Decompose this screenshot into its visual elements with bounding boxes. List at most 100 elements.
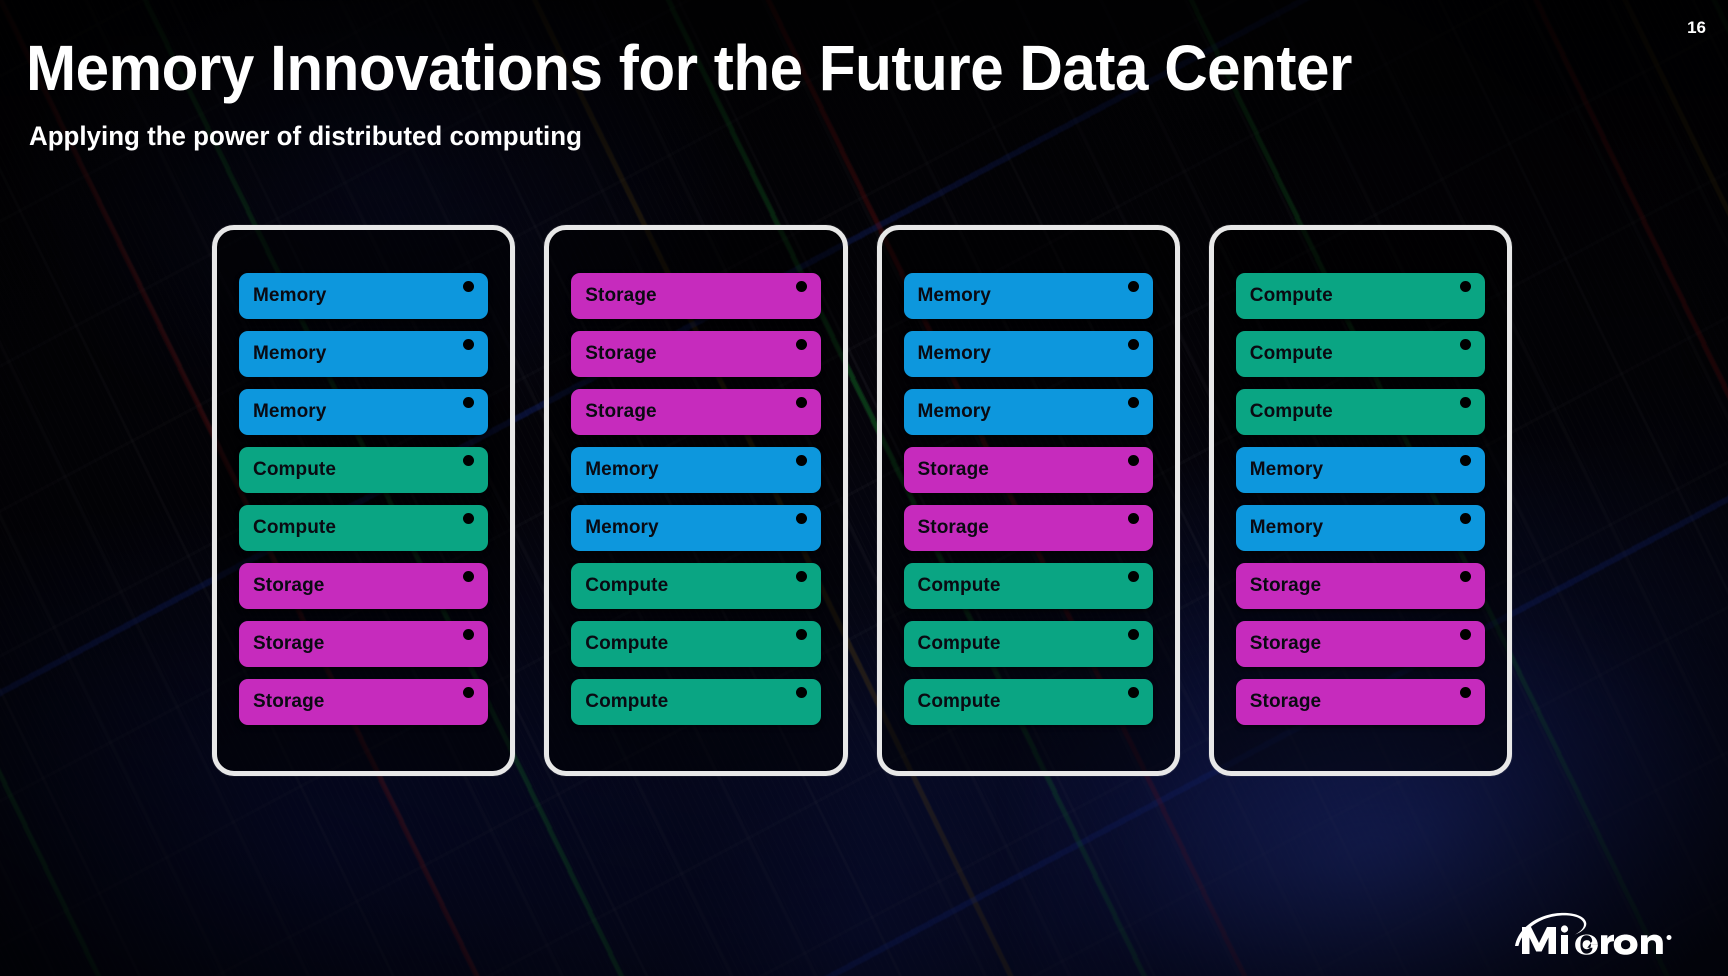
module-label: Compute — [253, 459, 337, 480]
rack-4: Compute Compute Compute Memory Memory Storage… — [1208, 225, 1512, 776]
module-indicator-dot-icon — [795, 571, 807, 582]
module-indicator-dot-icon — [463, 513, 475, 524]
module-indicator-dot-icon — [463, 687, 475, 698]
page-subtitle: Applying the power of distributed comput… — [29, 121, 582, 151]
module-indicator-dot-icon — [1460, 629, 1471, 640]
module-label: Memory — [253, 285, 327, 306]
module-storage[interactable]: Storage — [571, 389, 821, 435]
module-compute[interactable]: Compute — [239, 505, 489, 551]
rack-1: Memory Memory Memory Compute Compute Storage S… — [212, 225, 516, 776]
module-label: Compute — [1249, 285, 1333, 306]
module-indicator-dot-icon — [1127, 281, 1139, 292]
rack-2: Storage Storage Storage Memory Memory Compute… — [544, 225, 848, 776]
module-compute[interactable]: Compute — [239, 447, 489, 493]
module-storage[interactable]: Storage — [903, 447, 1153, 493]
module-compute[interactable]: Compute — [903, 621, 1153, 667]
module-indicator-dot-icon — [1127, 455, 1139, 466]
module-memory[interactable]: Memory — [1235, 505, 1485, 551]
module-storage[interactable]: Storage — [239, 679, 489, 725]
module-compute[interactable]: Compute — [1235, 273, 1485, 319]
module-indicator-dot-icon — [1460, 687, 1471, 698]
module-label: Compute — [1249, 343, 1333, 364]
module-indicator-dot-icon — [795, 339, 807, 350]
module-label: Memory — [917, 343, 991, 364]
module-indicator-dot-icon — [795, 687, 807, 698]
module-memory[interactable]: Memory — [239, 331, 489, 377]
module-label: Compute — [917, 633, 1001, 654]
module-storage[interactable]: Storage — [1235, 621, 1485, 667]
module-indicator-dot-icon — [1127, 339, 1139, 350]
module-label: Memory — [253, 343, 327, 364]
slide-number: 16 — [1687, 18, 1706, 37]
module-label: Memory — [253, 401, 327, 422]
module-label: Memory — [585, 459, 659, 480]
module-compute[interactable]: Compute — [1235, 331, 1485, 377]
micron-logo — [1512, 908, 1702, 962]
module-compute[interactable]: Compute — [571, 621, 821, 667]
module-compute[interactable]: Compute — [1235, 389, 1485, 435]
module-memory[interactable]: Memory — [571, 447, 821, 493]
module-memory[interactable]: Memory — [903, 331, 1153, 377]
module-indicator-dot-icon — [1127, 513, 1139, 524]
module-storage[interactable]: Storage — [1235, 679, 1485, 725]
module-indicator-dot-icon — [463, 629, 475, 640]
module-indicator-dot-icon — [1127, 571, 1139, 582]
module-label: Storage — [585, 343, 657, 364]
module-memory[interactable]: Memory — [903, 389, 1153, 435]
module-label: Memory — [917, 401, 991, 422]
module-indicator-dot-icon — [1460, 397, 1471, 408]
module-label: Compute — [585, 691, 669, 712]
module-storage[interactable]: Storage — [903, 505, 1153, 551]
module-memory[interactable]: Memory — [571, 505, 821, 551]
module-memory[interactable]: Memory — [239, 389, 489, 435]
module-indicator-dot-icon — [1460, 455, 1471, 466]
module-indicator-dot-icon — [1460, 513, 1471, 524]
module-storage[interactable]: Storage — [1235, 563, 1485, 609]
module-label: Memory — [1249, 459, 1324, 480]
module-indicator-dot-icon — [463, 397, 475, 408]
module-indicator-dot-icon — [795, 629, 807, 640]
module-label: Memory — [1249, 517, 1324, 538]
module-indicator-dot-icon — [795, 397, 807, 408]
module-label: Compute — [585, 575, 669, 596]
module-label: Compute — [917, 691, 1001, 712]
module-indicator-dot-icon — [1127, 629, 1139, 640]
module-compute[interactable]: Compute — [903, 563, 1153, 609]
module-label: Storage — [917, 459, 989, 480]
module-indicator-dot-icon — [463, 571, 475, 582]
module-label: Storage — [253, 575, 325, 596]
module-memory[interactable]: Memory — [903, 273, 1153, 319]
module-indicator-dot-icon — [1460, 339, 1471, 350]
module-label: Storage — [917, 517, 989, 538]
module-indicator-dot-icon — [1127, 687, 1139, 698]
module-memory[interactable]: Memory — [239, 273, 489, 319]
module-label: Memory — [585, 517, 659, 538]
module-storage[interactable]: Storage — [239, 621, 489, 667]
module-compute[interactable]: Compute — [571, 679, 821, 725]
module-label: Compute — [1249, 401, 1333, 422]
module-storage[interactable]: Storage — [239, 563, 489, 609]
module-label: Compute — [917, 575, 1001, 596]
module-indicator-dot-icon — [463, 281, 475, 292]
module-indicator-dot-icon — [1460, 281, 1471, 292]
module-label: Memory — [917, 285, 991, 306]
module-label: Storage — [1249, 575, 1322, 596]
module-indicator-dot-icon — [795, 455, 807, 466]
module-label: Compute — [253, 517, 337, 538]
module-indicator-dot-icon — [463, 455, 475, 466]
module-label: Storage — [585, 285, 657, 306]
module-compute[interactable]: Compute — [571, 563, 821, 609]
module-label: Storage — [253, 633, 325, 654]
module-label: Storage — [1249, 691, 1322, 712]
module-storage[interactable]: Storage — [571, 331, 821, 377]
module-compute[interactable]: Compute — [903, 679, 1153, 725]
module-memory[interactable]: Memory — [1235, 447, 1485, 493]
rack-3: Memory Memory Memory Storage Storage Compute C… — [876, 225, 1180, 776]
module-label: Storage — [1249, 633, 1322, 654]
module-label: Storage — [585, 401, 657, 422]
module-indicator-dot-icon — [1127, 397, 1139, 408]
module-storage[interactable]: Storage — [571, 273, 821, 319]
page-title: Memory Innovations for the Future Data C… — [26, 32, 1352, 104]
rack-row: Memory Memory Memory Compute Compute Storage S… — [212, 225, 1512, 776]
slide: Memory Innovations for the Future Data C… — [0, 0, 1728, 976]
